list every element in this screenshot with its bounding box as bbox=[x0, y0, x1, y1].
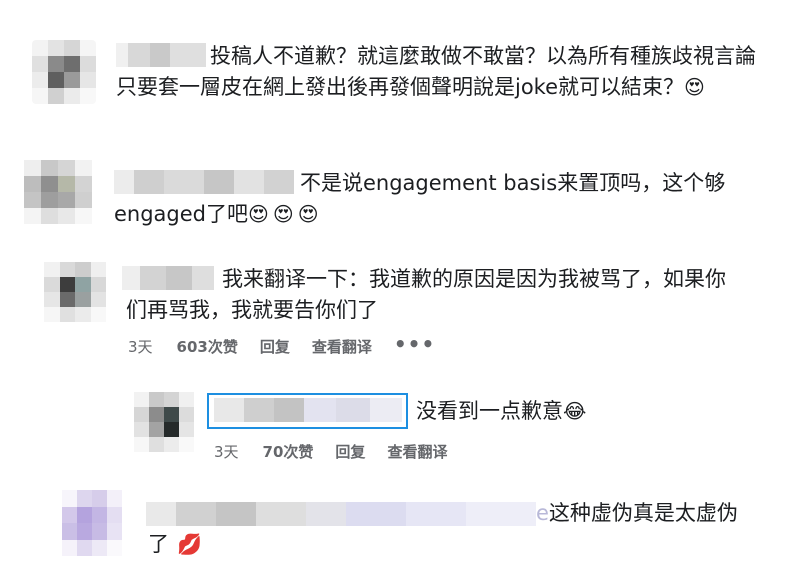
comment-4-actions: 3天 70次赞 回复 查看翻译 bbox=[214, 441, 469, 462]
avatar[interactable] bbox=[24, 160, 92, 224]
see-translation-button[interactable]: 查看翻译 bbox=[312, 336, 372, 357]
comment-text-1: 投稿人不道歉？就這麼敢做不敢當？以為所有種族歧視言論只要套一層皮在網上發出後再發… bbox=[116, 44, 756, 99]
username-blurred[interactable] bbox=[214, 398, 402, 422]
avatar[interactable] bbox=[134, 392, 194, 452]
more-options-icon[interactable]: ••• bbox=[394, 332, 435, 356]
heart-eyes-emoji-icon: 😍 bbox=[272, 202, 294, 226]
comment-text-3: 我来翻译一下：我道歉的原因是因为我被骂了，如果你们再骂我，我就要告你们了 bbox=[126, 267, 726, 322]
see-translation-button[interactable]: 查看翻译 bbox=[387, 441, 447, 462]
comment-5-body: e这种虚伪真是太虚伪了 💋 bbox=[148, 498, 748, 560]
kiss-lips-emoji-icon: 💋 bbox=[177, 532, 202, 556]
comment-text-5: 这种虚伪真是太虚伪了 bbox=[148, 501, 738, 556]
heart-eyes-emoji-icon: 😍 bbox=[684, 75, 705, 99]
comment-3-actions: 3天 603次赞 回复 查看翻译 ••• bbox=[128, 332, 435, 357]
comment-2-body: 不是说engagement basis来置顶吗，这个够engaged了吧😍 😍 😍 bbox=[114, 168, 774, 230]
timestamp: 3天 bbox=[128, 338, 153, 356]
tears-of-joy-emoji-icon: 😂 bbox=[563, 399, 587, 423]
likes-count[interactable]: 603次赞 bbox=[177, 336, 238, 357]
likes-count[interactable]: 70次赞 bbox=[263, 441, 314, 462]
timestamp: 3天 bbox=[214, 443, 239, 461]
avatar[interactable] bbox=[62, 490, 122, 556]
comment-4-body: 没看到一点歉意😂 bbox=[416, 396, 636, 427]
heart-eyes-emoji-icon: 😍 bbox=[248, 202, 269, 226]
reply-button[interactable]: 回复 bbox=[335, 441, 365, 462]
comment-3-body: 我来翻译一下：我道歉的原因是因为我被骂了，如果你们再骂我，我就要告你们了 bbox=[126, 264, 746, 326]
avatar[interactable] bbox=[44, 262, 106, 322]
comment-text-4: 没看到一点歉意 bbox=[416, 399, 563, 423]
reply-button[interactable]: 回复 bbox=[260, 336, 290, 357]
partial-username-tail: e bbox=[536, 501, 549, 525]
comment-text-2: 不是说engagement basis来置顶吗，这个够engaged了吧 bbox=[114, 171, 726, 226]
heart-eyes-emoji-icon: 😍 bbox=[297, 202, 319, 226]
comment-1-body: 投稿人不道歉？就這麼敢做不敢當？以為所有種族歧視言論只要套一層皮在網上發出後再發… bbox=[116, 41, 756, 103]
avatar[interactable] bbox=[32, 40, 96, 104]
